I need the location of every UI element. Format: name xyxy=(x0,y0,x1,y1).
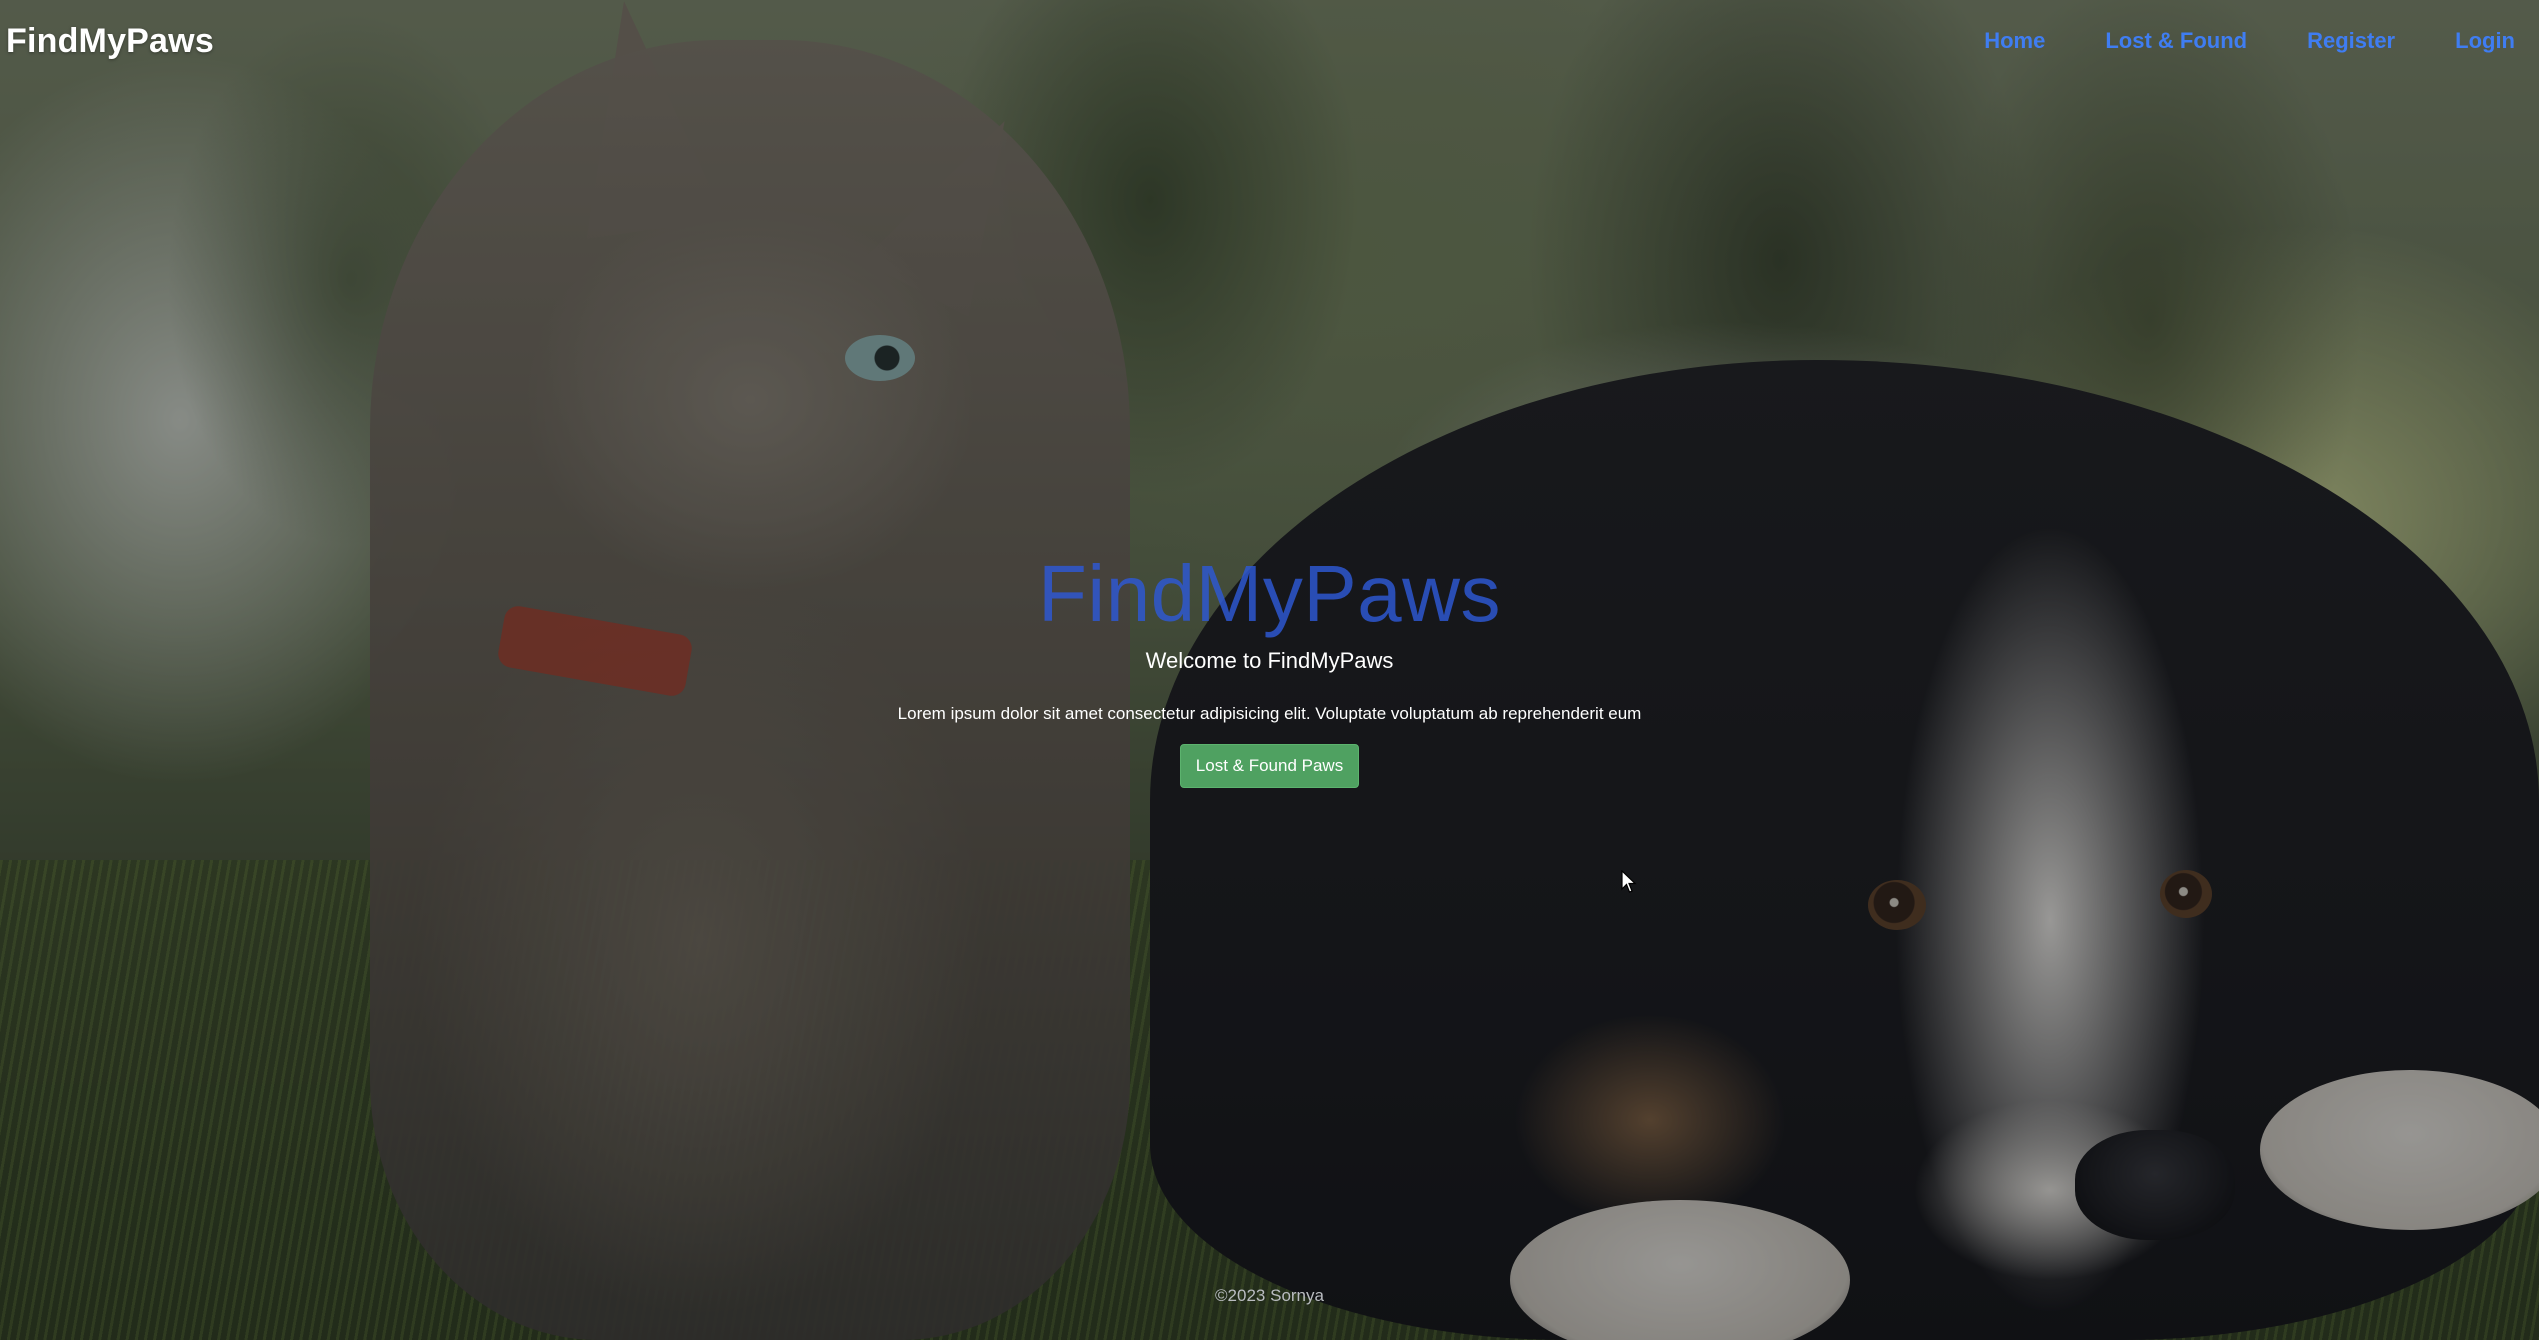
navbar: FindMyPaws Home Lost & Found Register Lo… xyxy=(0,0,2539,82)
nav-link-home[interactable]: Home xyxy=(1984,28,2045,54)
hero-title: FindMyPaws xyxy=(1038,549,1501,638)
brand-logo[interactable]: FindMyPaws xyxy=(6,22,214,61)
nav-link-login[interactable]: Login xyxy=(2455,28,2515,54)
hero-section: FindMyPaws Welcome to FindMyPaws Lorem i… xyxy=(0,548,2539,788)
hero-description: Lorem ipsum dolor sit amet consectetur a… xyxy=(897,704,1642,723)
footer-copyright: ©2023 Sornya xyxy=(1215,1286,1324,1305)
hero-subtitle: Welcome to FindMyPaws xyxy=(1145,648,1394,673)
mouse-cursor-icon xyxy=(1621,870,1637,893)
nav-link-register[interactable]: Register xyxy=(2307,28,2395,54)
lost-found-paws-button[interactable]: Lost & Found Paws xyxy=(1179,744,1360,788)
nav-links: Home Lost & Found Register Login xyxy=(1924,28,2515,54)
page: FindMyPaws Home Lost & Found Register Lo… xyxy=(0,0,2539,1340)
nav-link-lost-found[interactable]: Lost & Found xyxy=(2105,28,2247,54)
